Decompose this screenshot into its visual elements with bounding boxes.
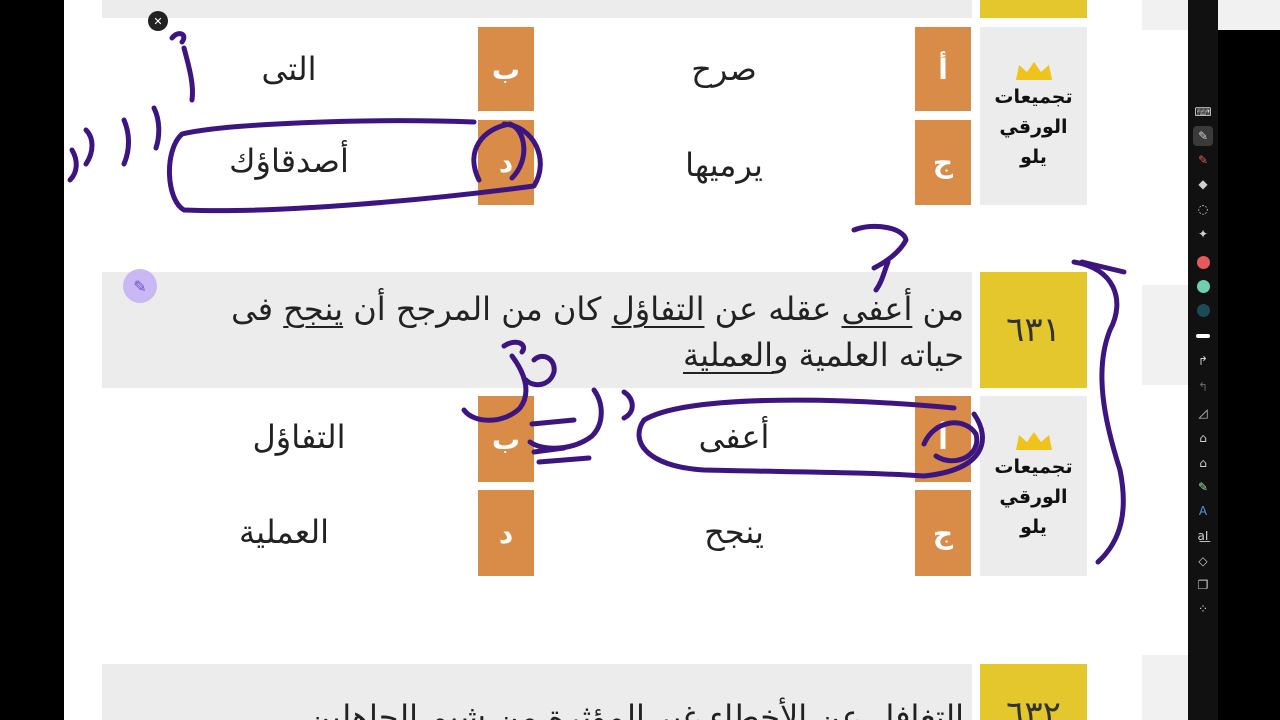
option-letter-c[interactable]: ج [915,490,971,576]
underlined-word: ينجح [283,290,344,328]
option-text-d[interactable]: أصدقاؤك [174,142,404,188]
document-page: تجميعات الورقي يلو أ صرح ب التى ج يرميها… [64,0,1188,720]
option-text-c[interactable]: ينجح [624,513,844,559]
eraser-icon[interactable]: ◆ [1193,174,1213,194]
shapes-icon[interactable]: ◇ [1193,551,1213,571]
undo-icon[interactable]: ↰ [1193,377,1213,397]
option-text-a[interactable]: صرح [604,50,844,96]
highlighter-icon[interactable]: ✎ [1193,150,1213,170]
shape-icon[interactable]: ◿ [1193,403,1213,423]
option-letter-d[interactable]: د [478,120,534,205]
text-box-icon[interactable]: a͟I [1193,526,1213,546]
brand-line: يلو [1020,146,1047,168]
crown-icon [1015,62,1052,80]
pen-icon[interactable]: ✎ [1193,126,1213,146]
keyboard-icon[interactable]: ⌨ [1193,102,1213,122]
brand-line: تجميعات [994,456,1073,478]
annotation-toolbar: ⌨ ✎ ✎ ◆ ◌ ✦ ↱ ↰ ◿ ⌂ ⌂ ✎ A a͟I ◇ ❐ ⁘ [1188,0,1218,720]
underlined-word: العملية [682,336,773,374]
option-text-b[interactable]: التى [174,50,404,96]
option-letter-c[interactable]: ج [915,120,971,205]
text-tool-icon[interactable]: ⌂ [1193,453,1213,473]
question-text-part: عقله عن [704,290,842,328]
redo-icon[interactable]: ↱ [1193,351,1213,371]
next-page-fragment [1218,0,1280,30]
side-cell [1142,655,1188,720]
question-text-632: التغافل عن الأخطاء غير المؤثرة من شيم ال… [307,698,964,720]
pin-icon[interactable]: ✕ [148,11,168,31]
prev-question-bar [102,0,972,18]
question-text-part: كان من المرجح أن [343,290,612,328]
copy-icon[interactable]: ❐ [1193,575,1213,595]
question-number-631: ٦٣١ [980,272,1087,388]
font-icon[interactable]: A [1193,501,1213,521]
side-cell [1142,285,1188,385]
lasso-icon[interactable]: ◌ [1193,199,1213,219]
marker-icon[interactable]: ✎ [1193,477,1213,497]
color-teal[interactable] [1193,276,1213,296]
stamp-icon[interactable]: ⌂ [1193,428,1213,448]
pen-mode-button[interactable]: ✎ [123,269,157,303]
color-red[interactable] [1193,252,1213,272]
option-text-a[interactable]: أعفى [624,418,844,464]
underlined-word: أعفى [841,290,913,328]
underlined-word: التفاؤل [611,290,705,328]
brand-badge-q630: تجميعات الورقي يلو [980,27,1087,205]
crown-icon [1015,432,1052,450]
question-text-part: من [912,290,965,328]
brand-line: الورقي [999,486,1068,508]
next-page-strip [1218,0,1280,720]
color-dark-teal[interactable] [1193,300,1213,320]
laser-icon[interactable]: ✦ [1193,224,1213,244]
brand-line: يلو [1020,516,1047,538]
grid-icon[interactable]: ⁘ [1193,599,1213,619]
brand-badge-q631: تجميعات الورقي يلو [980,396,1087,576]
option-text-d[interactable]: العملية [174,513,394,559]
option-letter-a[interactable]: أ [915,27,971,111]
prev-number-box [980,0,1087,18]
question-number-632: ٦٣٢ [980,664,1087,720]
stroke-width-icon[interactable] [1193,326,1213,346]
option-text-c[interactable]: يرميها [604,146,844,192]
option-letter-d[interactable]: د [478,490,534,576]
prev-side-cell [1142,0,1188,30]
option-text-b[interactable]: التفاؤل [184,418,414,464]
brand-line: الورقي [999,116,1068,138]
question-text-631: من أعفى عقله عن التفاؤل كان من المرجح أن… [174,286,964,378]
option-letter-b[interactable]: ب [478,27,534,111]
option-letter-a[interactable]: أ [915,396,971,482]
brand-line: تجميعات [994,86,1073,108]
option-letter-b[interactable]: ب [478,396,534,482]
